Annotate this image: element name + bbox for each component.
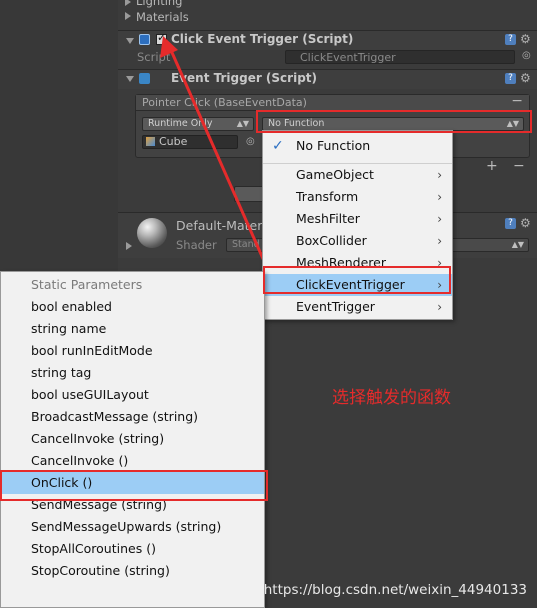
foldout-arrow-icon[interactable] bbox=[126, 242, 132, 250]
watermark-text: https://blog.csdn.net/weixin_44940133 bbox=[263, 582, 527, 598]
menu-item-boxcollider[interactable]: BoxCollider › bbox=[263, 230, 452, 252]
submenu-item[interactable]: bool enabled bbox=[1, 296, 264, 318]
runtime-dropdown[interactable]: Runtime Only ▲▼ bbox=[142, 117, 254, 131]
chevron-right-icon: › bbox=[437, 212, 442, 226]
menu-item-label: BoxCollider bbox=[296, 233, 367, 248]
foldout-arrow-icon[interactable] bbox=[125, 12, 131, 20]
submenu-header: Static Parameters bbox=[31, 277, 143, 292]
submenu-item[interactable]: string tag bbox=[1, 362, 264, 384]
component-enabled-checkbox[interactable] bbox=[156, 31, 167, 45]
annotation-text: 选择触发的函数 bbox=[332, 388, 451, 408]
clickeventtrigger-submenu: Static Parameters bool enabled string na… bbox=[0, 271, 265, 608]
event-trigger-title: Event Trigger (Script) bbox=[171, 71, 318, 85]
chevron-right-icon: › bbox=[437, 300, 442, 314]
remove-entry-button[interactable]: − bbox=[513, 158, 525, 174]
shader-label: Shader bbox=[176, 238, 217, 252]
submenu-item[interactable]: CancelInvoke (string) bbox=[1, 428, 264, 450]
gear-icon[interactable]: ⚙ bbox=[520, 217, 532, 229]
menu-item-label: GameObject bbox=[296, 167, 374, 182]
submenu-item[interactable]: BroadcastMessage (string) bbox=[1, 406, 264, 428]
gear-icon[interactable]: ⚙ bbox=[520, 72, 532, 84]
submenu-item[interactable]: StopCoroutine (string) bbox=[1, 560, 264, 582]
highlight-box-onclick bbox=[0, 470, 268, 501]
event-header: Pointer Click (BaseEventData) bbox=[136, 95, 529, 111]
submenu-item[interactable]: CancelInvoke () bbox=[1, 450, 264, 472]
runtime-dropdown-label: Runtime Only bbox=[148, 118, 213, 129]
script-icon bbox=[139, 34, 150, 45]
materials-section[interactable]: Materials bbox=[136, 10, 189, 24]
foldout-arrow-icon[interactable] bbox=[126, 76, 134, 82]
cube-icon bbox=[146, 137, 155, 146]
foldout-arrow-icon[interactable] bbox=[126, 38, 134, 44]
shader-dropdown-label: Stand bbox=[232, 239, 260, 250]
target-object-field[interactable]: Cube bbox=[142, 135, 238, 149]
menu-item-gameobject[interactable]: GameObject › bbox=[263, 164, 452, 186]
submenu-item[interactable]: bool useGUILayout bbox=[1, 384, 264, 406]
gear-icon[interactable]: ⚙ bbox=[520, 33, 532, 45]
script-label: Script bbox=[137, 50, 171, 64]
material-name: Default-Mater bbox=[176, 218, 263, 233]
submenu-item[interactable]: string name bbox=[1, 318, 264, 340]
help-icon[interactable]: ? bbox=[505, 73, 516, 84]
submenu-item[interactable]: SendMessageUpwards (string) bbox=[1, 516, 264, 538]
dropdown-arrow-icon: ▲▼ bbox=[236, 119, 249, 128]
script-field[interactable]: ClickEventTrigger bbox=[285, 50, 515, 64]
target-icon[interactable]: ◎ bbox=[246, 136, 258, 148]
highlight-box-clickeventtrigger bbox=[263, 266, 451, 294]
submenu-item[interactable]: bool runInEditMode bbox=[1, 340, 264, 362]
component-icon bbox=[139, 73, 150, 84]
target-icon[interactable]: ◎ bbox=[522, 50, 534, 62]
menu-item-label: EventTrigger bbox=[296, 299, 375, 314]
script-field-value: ClickEventTrigger bbox=[300, 51, 396, 64]
menu-item-label: No Function bbox=[296, 138, 371, 153]
menu-item-transform[interactable]: Transform › bbox=[263, 186, 452, 208]
foldout-arrow-icon[interactable] bbox=[125, 0, 131, 6]
chevron-right-icon: › bbox=[437, 234, 442, 248]
help-icon[interactable]: ? bbox=[505, 34, 516, 45]
check-icon: ✓ bbox=[272, 138, 284, 154]
chevron-right-icon: › bbox=[437, 190, 442, 204]
click-event-trigger-title: Click Event Trigger (Script) bbox=[171, 32, 354, 46]
dropdown-arrow-icon: ▲▼ bbox=[511, 240, 524, 249]
material-preview bbox=[137, 218, 167, 248]
menu-item-meshfilter[interactable]: MeshFilter › bbox=[263, 208, 452, 230]
chevron-right-icon: › bbox=[437, 168, 442, 182]
add-new-event-type-button[interactable] bbox=[234, 186, 264, 202]
add-entry-button[interactable]: + bbox=[486, 158, 498, 174]
menu-item-label: Transform bbox=[296, 189, 359, 204]
lighting-section[interactable]: Lighting bbox=[136, 0, 182, 8]
submenu-item[interactable]: StopAllCoroutines () bbox=[1, 538, 264, 560]
help-icon[interactable]: ? bbox=[505, 218, 516, 229]
menu-item-eventtrigger[interactable]: EventTrigger › bbox=[263, 296, 452, 318]
highlight-box-function-dropdown bbox=[256, 110, 532, 133]
target-object-label: Cube bbox=[159, 135, 188, 148]
remove-event-button[interactable]: − bbox=[511, 93, 523, 109]
menu-item-no-function[interactable]: ✓ No Function bbox=[263, 135, 452, 157]
menu-item-label: MeshFilter bbox=[296, 211, 360, 226]
